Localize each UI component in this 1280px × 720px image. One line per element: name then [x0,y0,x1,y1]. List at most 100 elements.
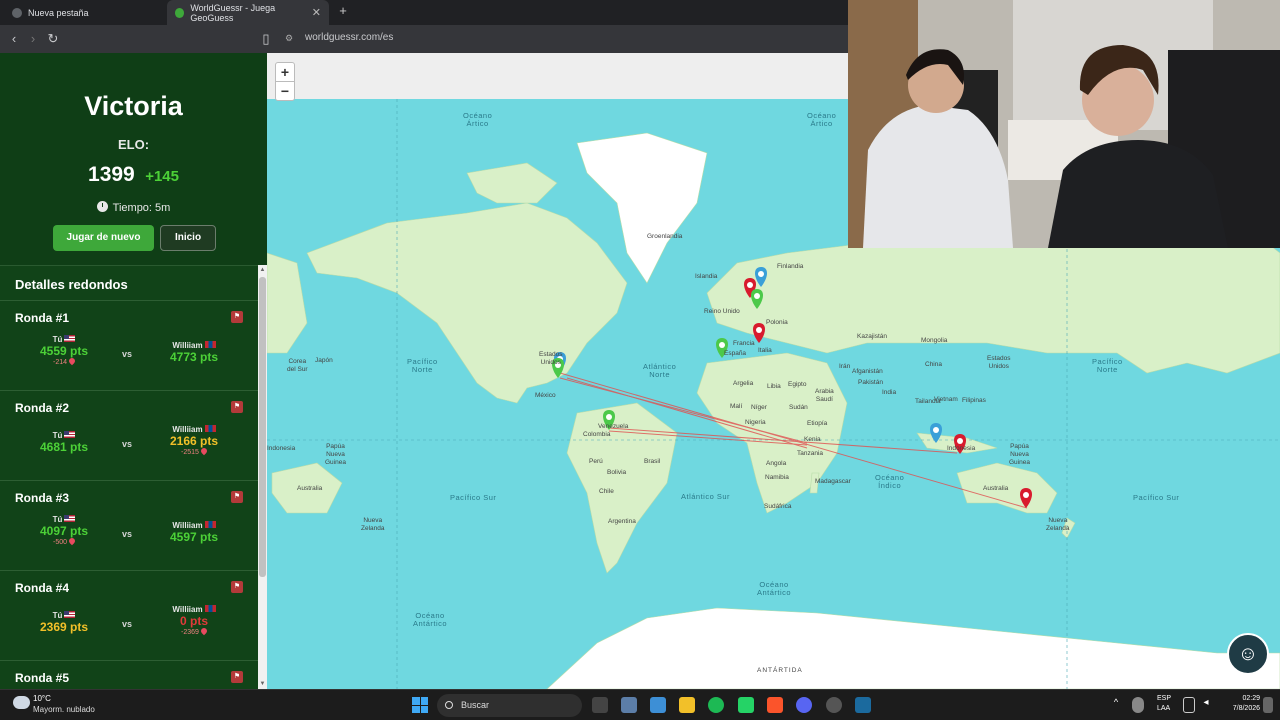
map-label: Argelia [733,380,754,387]
chevron-up-icon[interactable]: ^ [1110,697,1122,713]
mongolia-flag-icon [204,425,216,432]
map-label: Atlántico Sur [681,492,731,501]
points-delta: -2369 [160,626,228,636]
map-label: China [925,361,942,368]
map-label: Océano Antártico [413,611,448,628]
scroll-thumb[interactable] [259,277,266,577]
clock-date[interactable]: 7/8/2026 [1220,705,1260,712]
steam-icon[interactable] [855,697,871,713]
task-view-icon[interactable] [592,697,608,713]
player-you: Tú 4097 pts -500 [30,515,98,546]
scroll-up-icon[interactable]: ▲ [258,265,267,275]
pin-dot [719,342,725,348]
close-icon[interactable]: ✕ [312,6,321,19]
report-flag-icon[interactable]: ⚑ [231,491,243,503]
map-label: Francia [733,340,755,347]
details-scrollbar[interactable]: ▲ ▼ [258,265,267,689]
map-label: Papúa Nueva Guinea [325,443,346,466]
cloud-icon[interactable] [13,696,30,709]
windows-start-icon[interactable] [412,697,428,713]
site-info-icon[interactable]: ⚙ [285,33,293,44]
pin-dot [606,414,612,420]
map-label: Papúa Nueva Guinea [1009,443,1030,466]
pin-dot [747,282,753,288]
app-icon[interactable] [621,697,637,713]
play-again-button[interactable]: Jugar de nuevo [53,225,154,251]
map-label: Tanzania [797,450,824,457]
map-label: Finlandia [777,263,804,270]
obs-icon[interactable] [826,697,842,713]
pin-dot [756,327,762,333]
round-row[interactable]: Ronda #2 ⚑ Tú 4681 pts vs Williiam 2166 … [0,390,258,480]
heart-icon [67,356,77,366]
result-header: Victoria ELO: 1399 +145 Tiempo: 5m Jugar… [0,53,267,263]
report-flag-icon[interactable]: ⚑ [231,581,243,593]
player-points: 4773 pts [169,350,219,364]
weather-desc[interactable]: Mayorm. nublado [33,705,95,714]
player-points: 4097 pts [39,524,89,538]
copilot-icon[interactable] [650,697,666,713]
pin-dot [758,271,764,277]
back-arrow-icon[interactable]: ‹ [6,31,22,47]
tab-new-tab[interactable]: Nueva pestaña [4,0,164,25]
spotify-icon[interactable] [708,697,724,713]
folder-icon[interactable] [679,697,695,713]
player-points: 2369 pts [39,620,89,634]
scroll-down-icon[interactable]: ▼ [258,679,267,689]
map-label: Océano Índico [875,473,905,490]
report-flag-icon[interactable]: ⚑ [231,671,243,683]
round-row[interactable]: Ronda #1 ⚑ Tú 4559 pts -214 vs Williiam … [0,300,258,390]
round-row[interactable]: Ronda #4 ⚑ Tú 2369 pts vs Williiam 0 pts… [0,570,258,660]
weather-temp[interactable]: 10°C [33,694,51,703]
network-icon[interactable] [1183,697,1195,713]
map-label: ANTÁRTIDA [757,667,803,674]
chat-button[interactable]: ☺ [1227,633,1269,675]
clock-time[interactable]: 02:29 [1232,695,1260,702]
zoom-out-button[interactable]: − [275,81,295,101]
language-indicator[interactable]: ESP [1157,695,1171,702]
map-label: Chile [599,488,614,495]
round-row[interactable]: Ronda #5 ⚑ [0,660,258,689]
round-row[interactable]: Ronda #3 ⚑ Tú 4097 pts -500 vs Williiam … [0,480,258,570]
player-name: Tú [30,611,98,620]
discord-icon[interactable] [796,697,812,713]
brave-icon[interactable] [767,697,783,713]
map-label: Bolivia [607,469,627,476]
tab-worldguessr[interactable]: WorldGuessr - Juega GeoGuess ✕ [167,0,329,25]
speaker-icon[interactable]: ◂ [1200,697,1212,713]
reload-icon[interactable]: ↻ [45,31,61,47]
home-button[interactable]: Inicio [160,225,216,251]
player-points: 4681 pts [39,440,89,454]
microphone-icon[interactable] [1132,697,1144,713]
address-bar[interactable]: worldguessr.com/es [305,32,393,43]
report-flag-icon[interactable]: ⚑ [231,311,243,323]
asia-left-shape [267,252,308,354]
elo-label: ELO: [117,137,150,152]
elo-row: 1399 +145 [0,163,267,187]
tab-label: Nueva pestaña [28,7,89,18]
language-region[interactable]: LAA [1157,705,1170,712]
taskbar-search[interactable]: Buscar [437,694,582,717]
notification-icon[interactable] [1263,697,1273,713]
points-delta-text: -214 [52,359,67,366]
map-label: Egipto [788,381,807,388]
map-label: Indonesia [947,445,976,452]
report-flag-icon[interactable]: ⚑ [231,401,243,413]
map-label: Océano Ártico [807,111,837,128]
whatsapp-icon[interactable] [738,697,754,713]
taskbar: 10°C Mayorm. nublado Buscar ^ ESP LAA ◂ … [0,689,1280,720]
player-name-text: Williiam [172,425,203,434]
vs-label: vs [122,529,133,539]
map-label: Estados Unidos [987,355,1011,370]
bookmark-icon[interactable]: ▯ [258,31,274,47]
forward-arrow-icon[interactable]: › [25,31,41,47]
search-icon [445,701,453,709]
africa-shape [696,352,848,514]
points-delta-text: -500 [52,539,67,546]
new-tab-plus-icon[interactable]: + [336,4,350,18]
map-label: Pacífico Norte [407,357,438,374]
round-title: Ronda #4 [15,581,70,595]
map-label: Brasil [644,458,661,465]
zoom-in-button[interactable]: + [275,62,295,82]
map-label: India [882,389,897,396]
